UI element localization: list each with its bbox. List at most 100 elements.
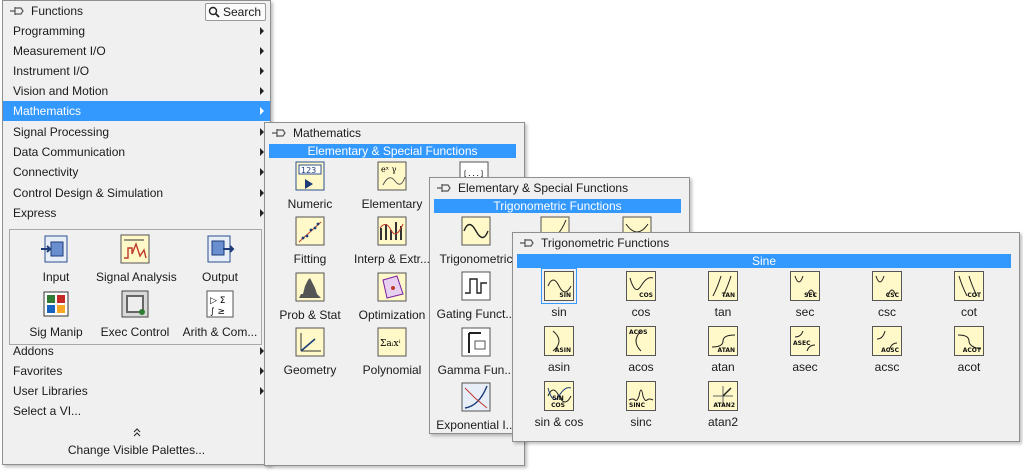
trig-item-label: atan [711,360,735,374]
trig-item-sec[interactable]: SEC sec [781,271,829,319]
express-item-arith-comparison[interactable]: ▷ Σ ∫ ≥ Arith & Com... [180,287,260,339]
trig-item-label: sin & cos [534,415,584,429]
express-item-input[interactable]: Input [22,232,90,284]
svg-text:Σaᵢxⁱ: Σaᵢxⁱ [380,339,401,349]
functions-titlebar: Functions Search [3,1,270,21]
pushpin-icon[interactable] [519,237,535,249]
change-visible-palettes-button[interactable]: Change Visible Palettes... [3,443,270,457]
express-item-sig-manip[interactable]: Sig Manip [22,287,90,339]
trig-item-asec[interactable]: ASEC asec [781,326,829,374]
math-item-fitting[interactable]: Fitting [275,214,345,266]
trig-item-sin[interactable]: SIN sin [535,268,583,319]
trig-item-acsc[interactable]: ACSC acsc [863,326,911,374]
menu-item-programming[interactable]: Programming [3,21,270,41]
math-item-polynomial[interactable]: Σaᵢxⁱ Polynomial [353,325,431,377]
tan-icon: TAN [708,271,738,301]
pushpin-icon[interactable] [436,182,452,194]
math-item-interp-extrap[interactable]: Interp & Extr... [353,214,431,266]
menu-label: Express [13,206,57,220]
trig-item-cot[interactable]: COT cot [945,271,993,319]
express-subpalette: Input Signal Analysis Output Sig Manip E… [9,229,262,345]
menu-label: Control Design & Simulation [13,186,164,200]
math-item-optimization[interactable]: Optimization [353,270,431,322]
trig-item-sinc[interactable]: SINC sinc [617,381,665,429]
menu-label: Addons [13,344,54,358]
menu-item-express[interactable]: Express [3,203,270,223]
trig-item-tan[interactable]: TAN tan [699,271,747,319]
elem-item-exponential[interactable]: Exponential I... [434,380,518,432]
trig-item-atan2[interactable]: ATAN2 atan2 [699,381,747,429]
elementary-title: Elementary & Special Functions [458,181,629,195]
express-item-exec-control[interactable]: Exec Control [96,287,174,339]
menu-item-vision-motion[interactable]: Vision and Motion [3,81,270,101]
express-item-signal-analysis[interactable]: Signal Analysis [96,232,177,284]
menu-label: Select a VI... [13,404,82,418]
menu-item-control-design[interactable]: Control Design & Simulation [3,183,270,203]
menu-label: Signal Processing [13,125,110,139]
icon-tag: ASEC [793,340,811,347]
menu-item-signal-processing[interactable]: Signal Processing [3,122,270,142]
sin-cos-icon: SIN COS [544,381,574,411]
mathematics-titlebar: Mathematics [265,123,524,143]
svg-text:∫ ≥: ∫ ≥ [210,307,225,317]
trig-item-acos[interactable]: ACOS acos [617,326,665,374]
math-item-label: Polynomial [362,363,422,377]
trig-item-label: asec [792,360,818,374]
elem-item-label: Exponential I... [436,418,516,432]
trig-item-label: cot [960,305,977,319]
pushpin-icon[interactable] [9,5,25,17]
signal-analysis-icon [118,232,152,266]
menu-item-data-communication[interactable]: Data Communication [3,142,270,162]
trigonometric-icon [459,214,493,248]
menu-item-user-libraries[interactable]: User Libraries [3,381,270,401]
menu-item-connectivity[interactable]: Connectivity [3,162,270,182]
pushpin-icon[interactable] [271,127,287,139]
elem-item-trigonometric[interactable]: Trigonometric [434,214,518,266]
menu-label: User Libraries [13,384,88,398]
express-item-output[interactable]: Output [186,232,254,284]
menu-item-measurement-io[interactable]: Measurement I/O [3,41,270,61]
express-item-label: Signal Analysis [96,270,177,284]
menu-item-favorites[interactable]: Favorites [3,361,270,381]
acot-icon: ACOT [954,326,984,356]
trig-item-label: tan [714,305,732,319]
menu-item-select-vi[interactable]: Select a VI... [3,401,270,421]
trig-item-acot[interactable]: ACOT acot [945,326,993,374]
trig-item-atan[interactable]: ATAN atan [699,326,747,374]
math-item-geometry[interactable]: Geometry [275,325,345,377]
menu-label: Favorites [13,364,63,378]
trigonometric-title: Trigonometric Functions [541,236,670,250]
trig-item-cos[interactable]: COS cos [617,271,665,319]
arith-comparison-icon: ▷ Σ ∫ ≥ [203,287,237,321]
trig-item-csc[interactable]: CSC csc [863,271,911,319]
highlight-bar: Trigonometric Functions [434,199,681,213]
trig-item-asin[interactable]: ASIN asin [535,326,583,374]
express-item-label: Sig Manip [29,325,83,339]
search-button[interactable]: Search [204,3,266,21]
sig-manip-icon [39,287,73,321]
icon-tag: ACOS [629,329,648,336]
menu-item-addons[interactable]: Addons [3,341,270,361]
menu-item-instrument-io[interactable]: Instrument I/O [3,61,270,81]
icon-tag: COS [639,292,653,299]
submenu-arrow-icon [260,47,264,55]
elem-item-gamma-functions[interactable]: Gamma Fun... [434,325,518,377]
expand-chevron-icon[interactable] [3,426,270,440]
trig-item-sin-cos[interactable]: SIN COS sin & cos [531,381,587,429]
functions-title: Functions [31,4,84,18]
elem-item-gating-functions[interactable]: Gating Funct... [434,269,518,321]
mathematics-title: Mathematics [293,126,362,140]
menu-label: Connectivity [13,165,79,179]
asin-icon: ASIN [544,326,574,356]
icon-tag: SINC [629,402,645,409]
express-item-label: Input [42,270,70,284]
trigonometric-titlebar: Trigonometric Functions [513,233,1019,253]
math-item-prob-stat[interactable]: Prob & Stat [275,270,345,322]
icon-tag: COT [967,292,981,299]
submenu-arrow-icon [260,67,264,75]
math-item-numeric[interactable]: 123 Numeric [275,159,345,211]
menu-item-mathematics[interactable]: Mathematics [3,101,270,121]
submenu-arrow-icon [260,27,264,35]
math-item-elementary[interactable]: eˣ γ Elementary [353,159,431,211]
math-item-label: Optimization [358,308,426,322]
